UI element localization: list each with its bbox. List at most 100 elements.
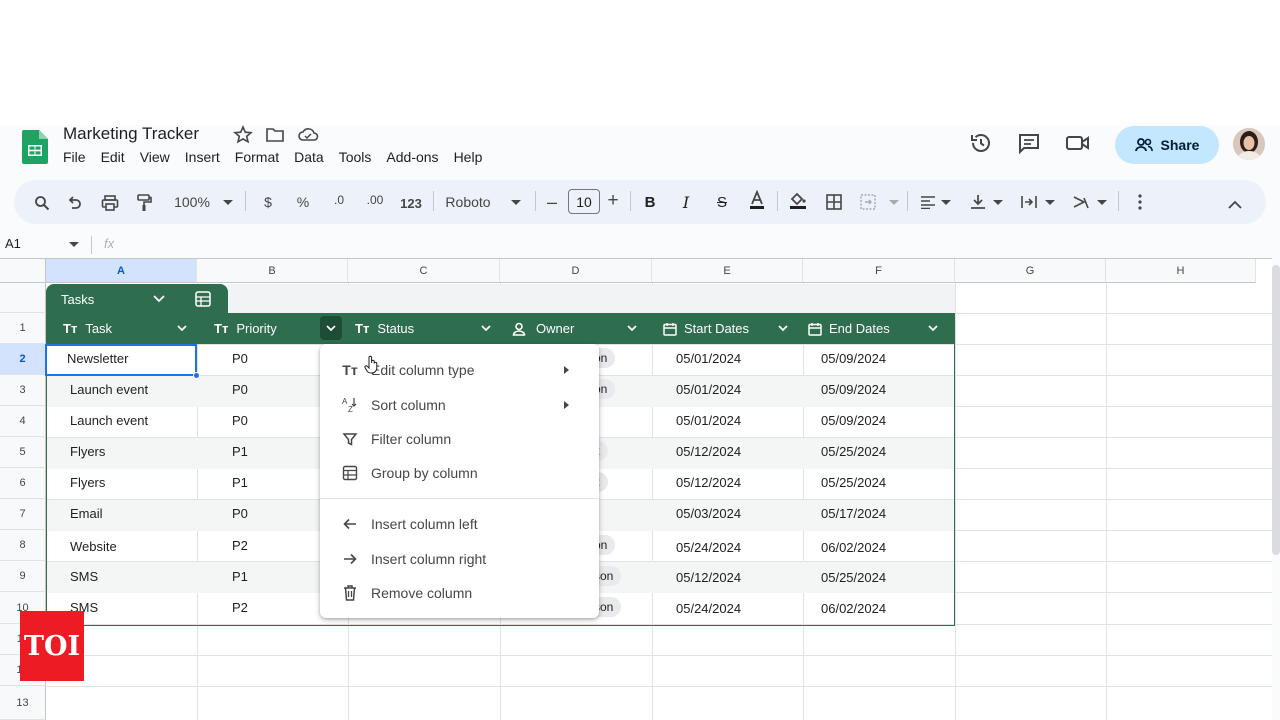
increase-font-size-button[interactable]: +: [604, 190, 622, 212]
fill-handle[interactable]: [193, 372, 200, 379]
column-header-f[interactable]: F: [803, 259, 955, 283]
priority-cell[interactable]: P2: [232, 538, 248, 553]
table-menu-chevron-icon[interactable]: [153, 295, 165, 303]
zoom-select[interactable]: 100%: [170, 191, 214, 213]
end-date-cell[interactable]: 06/02/2024: [821, 601, 886, 616]
horizontal-align-icon[interactable]: [918, 191, 938, 213]
column-menu-chevron-icon[interactable]: [624, 320, 640, 336]
fill-color-icon[interactable]: [787, 189, 809, 211]
row-header-6[interactable]: 6: [0, 468, 46, 499]
print-icon[interactable]: [100, 192, 120, 214]
task-cell[interactable]: Flyers: [70, 475, 105, 490]
column-header-e[interactable]: E: [652, 259, 803, 283]
priority-cell[interactable]: P2: [232, 600, 248, 615]
table-name-tab[interactable]: Tasks: [46, 284, 228, 314]
task-cell[interactable]: Flyers: [70, 444, 105, 459]
row-header-2[interactable]: 2: [0, 344, 46, 375]
menu-file[interactable]: File: [63, 149, 86, 165]
priority-cell[interactable]: P0: [232, 506, 248, 521]
decrease-decimal-button[interactable]: .0: [328, 189, 350, 211]
priority-cell[interactable]: P0: [232, 382, 248, 397]
menu-insert[interactable]: Insert: [185, 149, 220, 165]
menu-item-insert-column-right[interactable]: Insert column right: [320, 542, 599, 576]
menu-item-sort-column[interactable]: AZ Sort column: [320, 388, 599, 422]
menu-item-insert-column-left[interactable]: Insert column left: [320, 507, 599, 541]
valign-dropdown-icon[interactable]: [992, 192, 1004, 214]
menu-data[interactable]: Data: [294, 149, 324, 165]
decrease-font-size-button[interactable]: –: [544, 191, 560, 213]
row-header-13[interactable]: 13: [0, 686, 46, 720]
task-cell[interactable]: Launch event: [70, 413, 148, 428]
column-menu-chevron-icon[interactable]: [925, 320, 941, 336]
zoom-dropdown-icon[interactable]: [222, 192, 234, 214]
start-date-cell[interactable]: 05/01/2024: [676, 413, 741, 428]
table-header-priority[interactable]: Tт Priority: [214, 313, 277, 344]
menu-item-edit-column-type[interactable]: Tт Edit column type: [320, 353, 599, 387]
search-menus-icon[interactable]: [32, 192, 52, 214]
row-header-3[interactable]: 3: [0, 375, 46, 406]
folder-icon[interactable]: [265, 125, 285, 145]
row-header-9[interactable]: 9: [0, 561, 46, 592]
row-header-7[interactable]: 7: [0, 499, 46, 530]
percent-format-button[interactable]: %: [292, 191, 314, 213]
version-history-icon[interactable]: [969, 131, 993, 155]
name-box[interactable]: A1: [5, 236, 21, 251]
comments-icon[interactable]: [1017, 131, 1041, 155]
text-wrapping-icon[interactable]: [1019, 191, 1039, 213]
table-header-end-dates[interactable]: End Dates: [808, 313, 890, 344]
borders-icon[interactable]: [824, 191, 844, 213]
rotation-dropdown-icon[interactable]: [1096, 192, 1108, 214]
start-date-cell[interactable]: 05/24/2024: [676, 601, 741, 616]
start-date-cell[interactable]: 05/24/2024: [676, 540, 741, 555]
strikethrough-button[interactable]: S: [712, 191, 732, 213]
column-header-g[interactable]: G: [955, 259, 1106, 283]
more-formats-button[interactable]: 123: [398, 192, 424, 214]
font-dropdown-icon[interactable]: [510, 192, 522, 214]
column-header-h[interactable]: H: [1106, 259, 1256, 283]
table-header-start-dates[interactable]: Start Dates: [663, 313, 749, 344]
text-rotation-icon[interactable]: [1071, 191, 1091, 213]
column-menu-chevron-icon[interactable]: [775, 320, 791, 336]
font-family-select[interactable]: Roboto: [442, 191, 494, 213]
text-color-icon[interactable]: [747, 189, 767, 211]
task-cell[interactable]: Email: [70, 506, 103, 521]
end-date-cell[interactable]: 06/02/2024: [821, 540, 886, 555]
collapse-menus-icon[interactable]: [1225, 193, 1245, 215]
sheets-logo-icon[interactable]: [22, 130, 48, 164]
cloud-saved-icon[interactable]: [297, 125, 319, 145]
select-all-corner[interactable]: [0, 259, 46, 283]
increase-decimal-button[interactable]: .00: [362, 189, 388, 211]
row-header-5[interactable]: 5: [0, 437, 46, 468]
task-cell[interactable]: SMS: [70, 569, 98, 584]
wrap-dropdown-icon[interactable]: [1044, 192, 1056, 214]
merge-dropdown-icon[interactable]: [888, 192, 900, 214]
end-date-cell[interactable]: 05/09/2024: [821, 351, 886, 366]
task-cell[interactable]: Launch event: [70, 382, 148, 397]
italic-button[interactable]: I: [676, 191, 696, 213]
column-menu-chevron-icon[interactable]: [174, 320, 190, 336]
priority-cell[interactable]: P0: [232, 351, 248, 366]
start-date-cell[interactable]: 05/03/2024: [676, 506, 741, 521]
column-header-a[interactable]: A: [46, 259, 197, 283]
end-date-cell[interactable]: 05/09/2024: [821, 382, 886, 397]
column-header-b[interactable]: B: [197, 259, 348, 283]
row-header-1[interactable]: 1: [0, 313, 46, 344]
align-dropdown-icon[interactable]: [940, 192, 952, 214]
vertical-scrollbar[interactable]: [1272, 265, 1280, 555]
more-options-icon[interactable]: [1130, 191, 1150, 213]
font-size-input[interactable]: 10: [568, 189, 600, 214]
group-by-table-icon[interactable]: [195, 291, 211, 307]
start-date-cell[interactable]: 05/01/2024: [676, 351, 741, 366]
menu-tools[interactable]: Tools: [339, 149, 372, 165]
merge-cells-icon[interactable]: [858, 191, 878, 213]
menu-view[interactable]: View: [140, 149, 170, 165]
table-header-owner[interactable]: Owner: [512, 313, 574, 344]
meet-video-icon[interactable]: [1065, 131, 1089, 155]
currency-format-button[interactable]: $: [258, 191, 278, 213]
document-title[interactable]: Marketing Tracker: [63, 124, 199, 144]
start-date-cell[interactable]: 05/12/2024: [676, 570, 741, 585]
row-header-4[interactable]: 4: [0, 406, 46, 437]
menu-add-ons[interactable]: Add-ons: [386, 149, 438, 165]
end-date-cell[interactable]: 05/25/2024: [821, 475, 886, 490]
end-date-cell[interactable]: 05/17/2024: [821, 506, 886, 521]
